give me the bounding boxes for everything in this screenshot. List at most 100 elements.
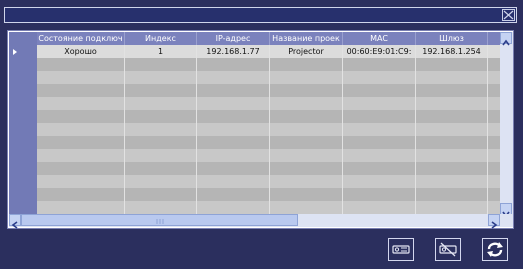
cell-ip-address[interactable] — [197, 71, 270, 84]
cell-subnet[interactable] — [488, 175, 500, 188]
cell-projector-name[interactable] — [270, 97, 343, 110]
cell-mac[interactable]: 00:60:E9:01:C9: — [343, 45, 416, 58]
cell-gateway[interactable]: 192.168.1.254 — [416, 45, 488, 58]
cell-mac[interactable] — [343, 175, 416, 188]
cell-projector-name[interactable] — [270, 123, 343, 136]
cell-mac[interactable] — [343, 201, 416, 214]
cell-connection-status[interactable] — [37, 175, 125, 188]
cell-mac[interactable] — [343, 136, 416, 149]
cell-connection-status[interactable] — [37, 201, 125, 214]
empty-table-row[interactable] — [37, 149, 500, 162]
column-header-connection-status[interactable]: Состояние подключ — [37, 32, 125, 45]
empty-table-row[interactable] — [37, 123, 500, 136]
cell-ip-address[interactable] — [197, 84, 270, 97]
cell-connection-status[interactable] — [37, 123, 125, 136]
cell-ip-address[interactable] — [197, 201, 270, 214]
cell-subnet[interactable] — [488, 58, 500, 71]
cell-subnet[interactable] — [488, 110, 500, 123]
cell-mac[interactable] — [343, 162, 416, 175]
empty-table-row[interactable] — [37, 110, 500, 123]
column-header-projector-name[interactable]: Название проек — [270, 32, 343, 45]
cell-gateway[interactable] — [416, 71, 488, 84]
cell-projector-name[interactable] — [270, 201, 343, 214]
cell-subnet[interactable] — [488, 136, 500, 149]
cell-mac[interactable] — [343, 71, 416, 84]
cell-connection-status[interactable] — [37, 149, 125, 162]
cell-connection-status[interactable] — [37, 162, 125, 175]
empty-table-row[interactable] — [37, 175, 500, 188]
cell-projector-name[interactable] — [270, 58, 343, 71]
cell-projector-name[interactable] — [270, 136, 343, 149]
horizontal-scroll-thumb[interactable] — [21, 214, 298, 226]
cell-subnet[interactable]: 255 — [488, 45, 500, 58]
empty-table-row[interactable] — [37, 162, 500, 175]
horizontal-scrollbar[interactable] — [9, 214, 500, 229]
cell-index[interactable] — [125, 71, 197, 84]
cell-projector-name[interactable] — [270, 71, 343, 84]
cell-mac[interactable] — [343, 149, 416, 162]
vertical-scrollbar[interactable] — [500, 32, 513, 218]
scroll-right-button[interactable] — [488, 214, 500, 229]
cell-projector-name[interactable] — [270, 175, 343, 188]
cell-mac[interactable] — [343, 58, 416, 71]
cell-index[interactable] — [125, 175, 197, 188]
cell-gateway[interactable] — [416, 110, 488, 123]
cell-connection-status[interactable] — [37, 71, 125, 84]
cell-index[interactable] — [125, 149, 197, 162]
column-header-ip-address[interactable]: IP-адрес — [197, 32, 270, 45]
cell-subnet[interactable] — [488, 201, 500, 214]
cell-connection-status[interactable] — [37, 110, 125, 123]
cell-mac[interactable] — [343, 123, 416, 136]
cell-ip-address[interactable] — [197, 175, 270, 188]
cell-ip-address[interactable] — [197, 58, 270, 71]
scroll-left-button[interactable] — [9, 214, 21, 229]
cell-ip-address[interactable] — [197, 149, 270, 162]
cell-subnet[interactable] — [488, 149, 500, 162]
empty-table-row[interactable] — [37, 84, 500, 97]
cell-subnet[interactable] — [488, 84, 500, 97]
cell-projector-name[interactable] — [270, 162, 343, 175]
cell-ip-address[interactable]: 192.168.1.77 — [197, 45, 270, 58]
column-header-subnet[interactable] — [488, 32, 500, 45]
cell-gateway[interactable] — [416, 162, 488, 175]
cell-projector-name[interactable] — [270, 149, 343, 162]
cell-connection-status[interactable] — [37, 84, 125, 97]
cell-connection-status[interactable] — [37, 188, 125, 201]
cell-projector-name[interactable]: Projector — [270, 45, 343, 58]
remove-projector-button[interactable] — [435, 238, 461, 261]
cell-connection-status[interactable] — [37, 58, 125, 71]
cell-gateway[interactable] — [416, 97, 488, 110]
cell-subnet[interactable] — [488, 188, 500, 201]
cell-projector-name[interactable] — [270, 188, 343, 201]
empty-table-row[interactable] — [37, 97, 500, 110]
refresh-button[interactable] — [482, 238, 508, 261]
cell-index[interactable] — [125, 162, 197, 175]
cell-ip-address[interactable] — [197, 110, 270, 123]
cell-index[interactable]: 1 — [125, 45, 197, 58]
cell-ip-address[interactable] — [197, 123, 270, 136]
column-header-index[interactable]: Индекс — [125, 32, 197, 45]
empty-table-row[interactable] — [37, 188, 500, 201]
cell-connection-status[interactable]: Хорошо — [37, 45, 125, 58]
cell-index[interactable] — [125, 201, 197, 214]
cell-gateway[interactable] — [416, 58, 488, 71]
cell-subnet[interactable] — [488, 162, 500, 175]
cell-ip-address[interactable] — [197, 162, 270, 175]
empty-table-row[interactable] — [37, 58, 500, 71]
cell-projector-name[interactable] — [270, 110, 343, 123]
cell-gateway[interactable] — [416, 175, 488, 188]
cell-index[interactable] — [125, 123, 197, 136]
cell-mac[interactable] — [343, 84, 416, 97]
empty-table-row[interactable] — [37, 71, 500, 84]
cell-subnet[interactable] — [488, 123, 500, 136]
cell-index[interactable] — [125, 136, 197, 149]
close-button[interactable] — [502, 9, 515, 21]
cell-gateway[interactable] — [416, 123, 488, 136]
cell-mac[interactable] — [343, 97, 416, 110]
column-header-gateway[interactable]: Шлюз — [416, 32, 488, 45]
add-projector-button[interactable] — [388, 238, 414, 261]
cell-gateway[interactable] — [416, 84, 488, 97]
cell-subnet[interactable] — [488, 97, 500, 110]
cell-index[interactable] — [125, 110, 197, 123]
cell-index[interactable] — [125, 58, 197, 71]
